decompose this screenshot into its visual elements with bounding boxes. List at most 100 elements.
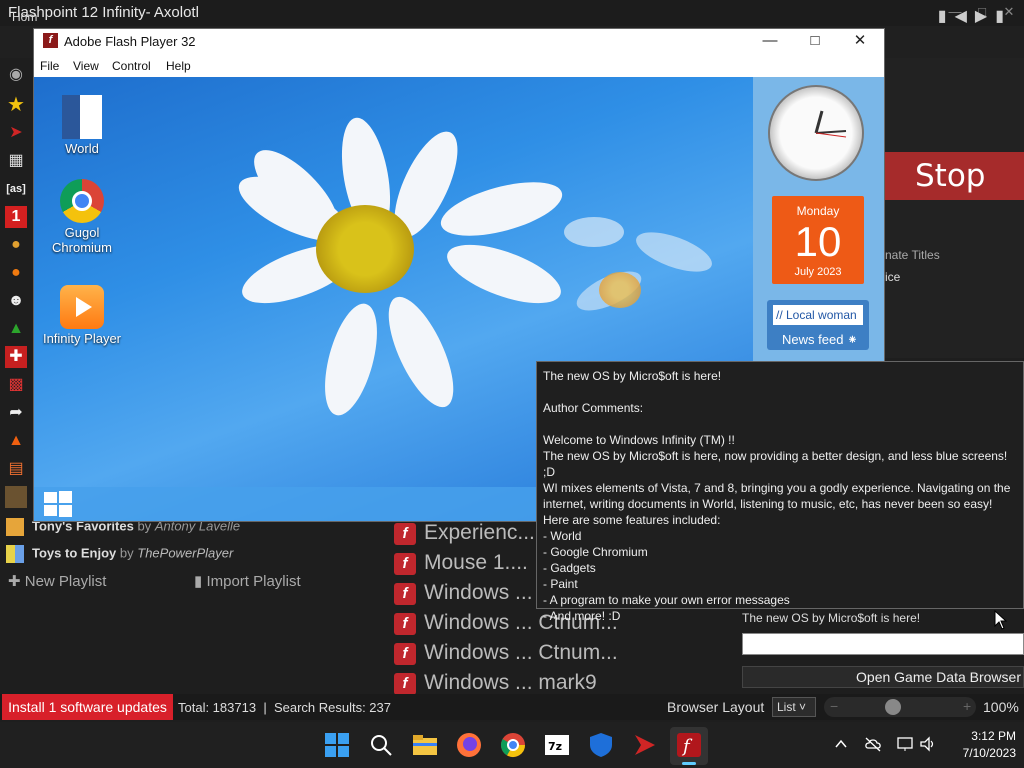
- menu-control[interactable]: Control: [112, 59, 151, 73]
- flash-player-taskbar-icon[interactable]: f: [675, 731, 703, 759]
- tooltip-line: Author Comments:: [543, 401, 644, 415]
- game-title: Experienc...: [424, 521, 535, 544]
- game-list-row[interactable]: f Windows ... Ctnum...: [392, 640, 652, 668]
- chrome-icon: [60, 179, 104, 223]
- number-one-icon[interactable]: 1: [5, 206, 27, 228]
- space-invader-icon[interactable]: ▦: [5, 150, 27, 172]
- pumpkin-icon[interactable]: ●: [5, 262, 27, 284]
- portrait-icon[interactable]: [5, 486, 27, 508]
- taskbar-date[interactable]: 7/10/2023: [950, 746, 1016, 760]
- game-description-tooltip: The new OS by Micro$oft is here! Author …: [536, 361, 1024, 623]
- playlist-item[interactable]: Toys to Enjoy by ThePowerPlayer: [6, 545, 233, 563]
- menu-file[interactable]: File: [40, 59, 59, 73]
- active-app-indicator: [682, 762, 696, 765]
- flash-window-title: Adobe Flash Player 32: [64, 34, 196, 49]
- file-explorer-icon[interactable]: [411, 731, 439, 759]
- desktop-icon-world[interactable]: World: [37, 95, 127, 156]
- new-playlist-button[interactable]: ✚ New Playlist: [8, 572, 106, 590]
- eye-icon[interactable]: ◉: [5, 64, 27, 86]
- desktop-icon-chromium[interactable]: Gugol Chromium: [37, 179, 127, 255]
- tooltip-line: The new OS by Micro$oft is here!: [543, 369, 722, 383]
- search-icon[interactable]: [367, 731, 395, 759]
- 7zip-icon[interactable]: 7z: [543, 731, 571, 759]
- import-playlist-label: Import Playlist: [206, 573, 301, 590]
- chrome-icon[interactable]: [499, 731, 527, 759]
- security-shield-icon[interactable]: [587, 731, 615, 759]
- flash-icon: f: [394, 643, 416, 665]
- tooltip-line: - World: [543, 529, 582, 543]
- flashpoint-taskbar-icon[interactable]: [631, 731, 659, 759]
- flash-close-icon[interactable]: ✕: [849, 31, 871, 51]
- browser-layout-select[interactable]: List ˅: [772, 697, 816, 717]
- browser-layout-label: Browser Layout: [667, 699, 765, 715]
- zoom-minus-icon[interactable]: −: [830, 698, 838, 714]
- tree-icon[interactable]: ▲: [5, 318, 27, 340]
- face-icon[interactable]: ☻: [5, 290, 27, 312]
- calendar-date: 10: [794, 218, 842, 265]
- panel-toggle-icons[interactable]: ▮◀▶▮: [938, 6, 1012, 26]
- soundcloud-icon[interactable]: ▤: [5, 458, 27, 480]
- install-updates-button[interactable]: Install 1 software updates: [2, 694, 173, 720]
- tooltip-line: - Gadgets: [543, 561, 596, 575]
- word-icon: [62, 95, 102, 139]
- calendar-day: Monday: [796, 204, 840, 218]
- desktop-icon-label: World: [65, 141, 99, 156]
- flash-maximize-icon[interactable]: □: [804, 31, 826, 51]
- toybox-icon: [6, 545, 24, 563]
- fire-icon[interactable]: ▲: [5, 430, 27, 452]
- layout-select-value: List: [777, 700, 796, 714]
- import-playlist-button[interactable]: ▮ Import Playlist: [194, 572, 301, 590]
- tooltip-line: The new OS by Micro$oft is here, now pro…: [543, 449, 1008, 479]
- news-feed-label: News feed ⁕: [782, 332, 858, 348]
- flashpoint-icon[interactable]: ➤: [5, 122, 27, 144]
- mouse-cursor-icon: [994, 610, 1008, 630]
- news-feed-text: News feed: [782, 332, 844, 347]
- puzzle-icon[interactable]: ✚: [5, 346, 27, 368]
- tooltip-line: Here are some features included:: [543, 513, 721, 527]
- taskbar-time[interactable]: 3:12 PM: [950, 729, 1016, 743]
- playlist-by: by: [119, 545, 134, 561]
- playlist-sidebar: ◉ ★ ➤ ▦ [as] 1 ● ● ☻ ▲ ✚ ▩ ➦ ▲ ▤ ■: [0, 58, 32, 538]
- windows-start-icon[interactable]: [323, 731, 351, 759]
- game-title: Windows ... Ctnum...: [424, 641, 618, 664]
- burger-icon[interactable]: ●: [5, 234, 27, 256]
- flash-icon: f: [394, 673, 416, 695]
- flash-icon: f: [394, 583, 416, 605]
- cloud-offline-icon[interactable]: [864, 736, 882, 752]
- file-icon: ▮: [194, 573, 203, 590]
- pixel-icon[interactable]: ▩: [5, 374, 27, 396]
- tooltip-line: - A program to make your own error messa…: [543, 593, 790, 607]
- volume-icon[interactable]: [919, 736, 937, 752]
- flash-icon: f: [394, 523, 416, 545]
- total-count: Total: 183713: [178, 700, 257, 715]
- network-icon[interactable]: [896, 736, 914, 752]
- zoom-plus-icon[interactable]: +: [963, 698, 971, 714]
- playlist-icon: [6, 518, 24, 536]
- menu-help[interactable]: Help: [166, 59, 191, 73]
- chevron-up-icon[interactable]: [834, 738, 848, 750]
- search-results-count: Search Results: 237: [273, 700, 392, 715]
- actionscript-icon[interactable]: [as]: [5, 178, 27, 200]
- wi-start-icon[interactable]: [43, 491, 73, 517]
- svg-text:7z: 7z: [548, 740, 562, 753]
- firefox-icon[interactable]: [455, 731, 483, 759]
- new-playlist-label: New Playlist: [24, 573, 107, 590]
- desktop-icon-infinity-player[interactable]: Infinity Player: [37, 285, 127, 346]
- playlist-name: Toys to Enjoy: [32, 545, 117, 561]
- star-icon[interactable]: ★: [5, 94, 27, 116]
- menu-view[interactable]: View: [73, 59, 99, 73]
- media-player-icon: [60, 285, 104, 329]
- flash-icon: f: [394, 553, 416, 575]
- open-game-data-browser-button[interactable]: Open Game Data Browser: [742, 666, 1024, 688]
- tooltip-line: Welcome to Windows Infinity (TM) !!: [543, 433, 735, 447]
- tooltip-line: - Paint: [543, 577, 578, 591]
- tab-home[interactable]: Hom: [12, 10, 37, 24]
- desktop-icon-label: Infinity Player: [42, 331, 122, 346]
- game-title: Windows ...: [424, 581, 533, 604]
- share-icon[interactable]: ➦: [5, 402, 27, 424]
- game-title: Windows ... mark9: [424, 671, 597, 694]
- zoom-value: 100%: [983, 699, 1019, 715]
- news-headline[interactable]: // Local woman: [773, 305, 863, 325]
- flash-minimize-icon[interactable]: —: [759, 31, 781, 51]
- rss-icon: ⁕: [847, 332, 858, 347]
